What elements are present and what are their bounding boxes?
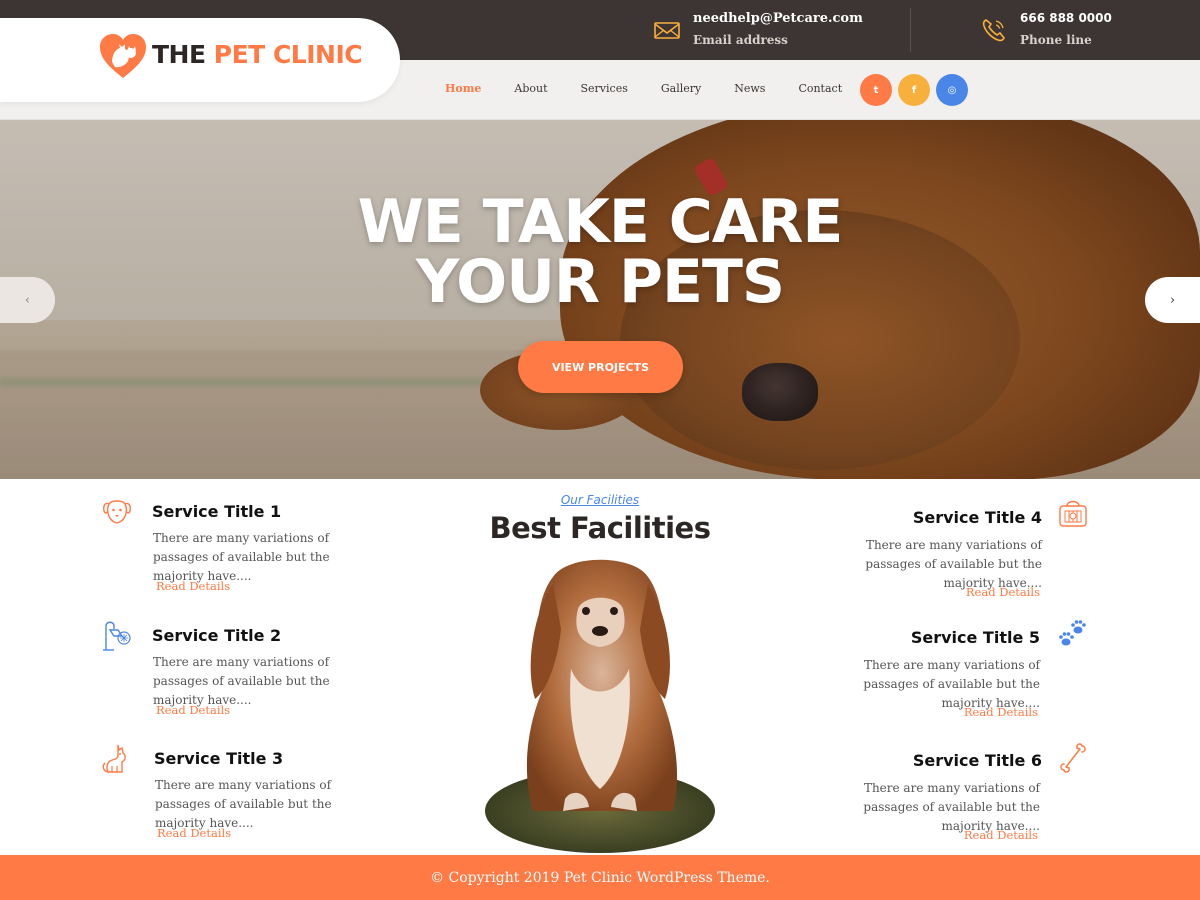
- pet-carrier-icon: [1059, 500, 1087, 527]
- service-card-1: Service Title 1 There are many variation…: [100, 494, 400, 604]
- slider-next-button[interactable]: ›: [1145, 277, 1200, 323]
- paw-prints-icon: [1059, 620, 1086, 646]
- nav-news[interactable]: News: [734, 82, 765, 95]
- cat-icon: [102, 744, 126, 773]
- facilities-label[interactable]: Our Facilities: [500, 493, 700, 507]
- service-description: There are many variations of passages of…: [155, 778, 332, 830]
- bone-icon: [1060, 743, 1086, 773]
- spaniel-dog-image: [485, 559, 715, 853]
- dog-face-icon: [103, 500, 131, 524]
- hero-title: WE TAKE CARE YOUR PETS: [0, 192, 1200, 312]
- read-details-link[interactable]: Read Details: [157, 826, 231, 840]
- service-card-3: Service Title 3 There are many variation…: [100, 741, 400, 851]
- nav-home[interactable]: Home: [445, 82, 481, 95]
- service-title: Service Title 6: [912, 751, 1042, 770]
- view-projects-button[interactable]: VIEW PROJECTS: [518, 341, 683, 393]
- nav-contact[interactable]: Contact: [798, 82, 842, 95]
- email-value[interactable]: needhelp@Petcare.com: [693, 11, 863, 26]
- logo[interactable]: THE PET CLINIC: [0, 18, 400, 102]
- service-card-5: Service Title 5 There are many variation…: [790, 617, 1090, 727]
- service-title: Service Title 1: [152, 502, 282, 521]
- service-title: Service Title 4: [912, 508, 1042, 527]
- twitter-icon[interactable]: t: [860, 74, 892, 106]
- envelope-icon: [654, 22, 680, 39]
- read-details-link[interactable]: Read Details: [964, 705, 1038, 719]
- hero-title-line-2: YOUR PETS: [415, 247, 785, 317]
- site-header: THE PET CLINIC needhelp@Petcare.com Emai…: [0, 0, 1200, 120]
- read-details-link[interactable]: Read Details: [156, 579, 230, 593]
- copyright-text: © Copyright 2019 Pet Clinic WordPress Th…: [430, 869, 770, 886]
- service-description: There are many variations of passages of…: [153, 531, 330, 583]
- email-label: Email address: [693, 33, 788, 47]
- facebook-icon[interactable]: f: [898, 74, 930, 106]
- phone-icon: [982, 19, 1005, 42]
- contact-email[interactable]: needhelp@Petcare.com Email address: [653, 10, 893, 52]
- phone-value[interactable]: 666 888 0000: [1020, 11, 1112, 25]
- read-details-link[interactable]: Read Details: [964, 828, 1038, 842]
- read-details-link[interactable]: Read Details: [966, 585, 1040, 599]
- service-card-4: Service Title 4 There are many variation…: [790, 497, 1090, 607]
- logo-prefix: THE: [152, 40, 206, 69]
- service-card-2: Service Title 2 There are many variation…: [100, 618, 400, 728]
- nav-about[interactable]: About: [514, 82, 547, 95]
- nav-gallery[interactable]: Gallery: [661, 82, 701, 95]
- phone-label: Phone line: [1020, 33, 1092, 47]
- service-title: Service Title 5: [910, 628, 1040, 647]
- contact-phone[interactable]: 666 888 0000 Phone line: [980, 10, 1180, 52]
- contact-divider: [910, 8, 911, 52]
- nav-services[interactable]: Services: [581, 82, 628, 95]
- logo-name: PET CLINIC: [213, 40, 363, 69]
- social-links: t f ◎: [860, 74, 974, 106]
- main-nav: Home About Services Gallery News Contact: [445, 82, 875, 95]
- chevron-left-icon: ‹: [24, 292, 31, 308]
- services-section: Service Title 1 There are many variation…: [0, 479, 1200, 855]
- chevron-right-icon: ›: [1169, 292, 1176, 308]
- service-title: Service Title 2: [152, 626, 282, 645]
- instagram-icon[interactable]: ◎: [936, 74, 968, 106]
- heart-pet-logo-icon: [100, 34, 146, 78]
- hero-slider: WE TAKE CARE YOUR PETS VIEW PROJECTS ‹ ›: [0, 120, 1200, 479]
- shower-icon: [103, 621, 131, 651]
- service-description: There are many variations of passages of…: [153, 655, 330, 707]
- read-details-link[interactable]: Read Details: [156, 703, 230, 717]
- hero-title-line-1: WE TAKE CARE: [357, 187, 844, 257]
- site-footer: © Copyright 2019 Pet Clinic WordPress Th…: [0, 855, 1200, 900]
- logo-text: THE PET CLINIC: [152, 40, 363, 69]
- service-title: Service Title 3: [154, 749, 284, 768]
- slider-prev-button[interactable]: ‹: [0, 277, 55, 323]
- service-card-6: Service Title 6 There are many variation…: [790, 740, 1090, 850]
- facilities-title: Best Facilities: [489, 511, 711, 545]
